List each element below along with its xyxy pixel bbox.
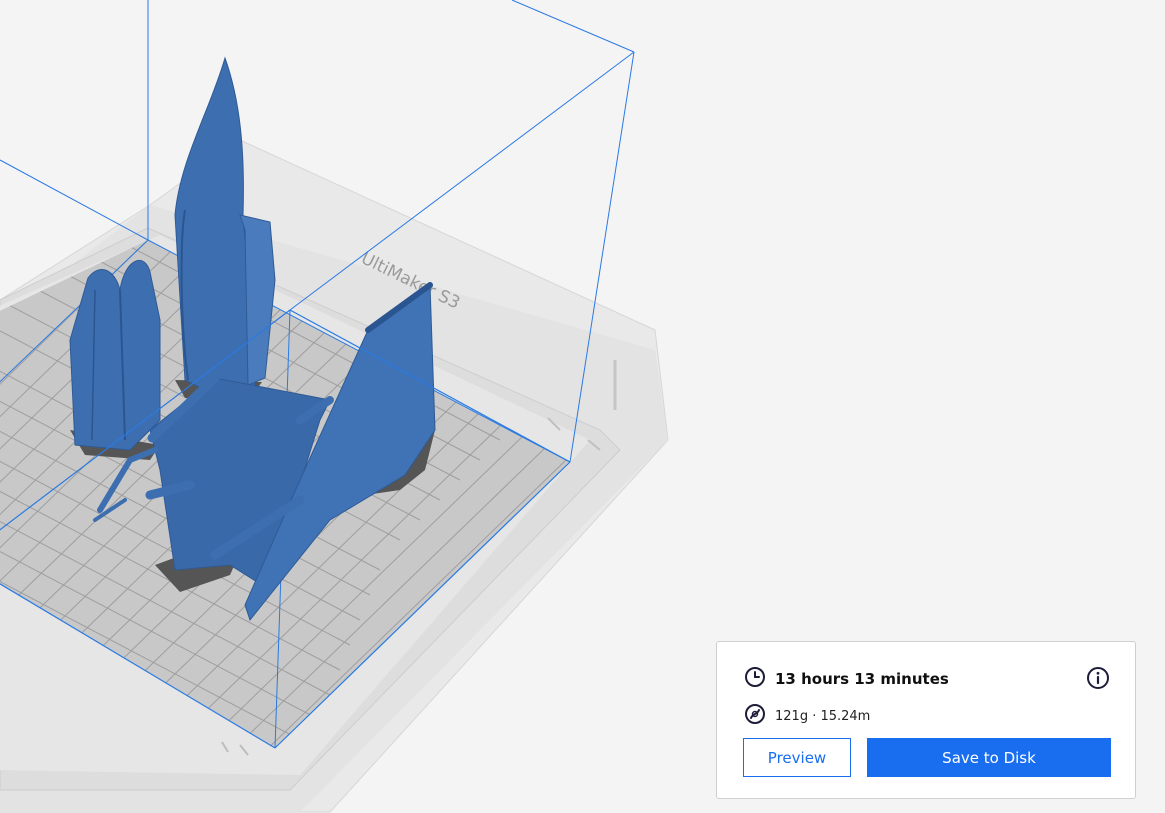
- print-time-row: 13 hours 13 minutes: [744, 666, 949, 692]
- info-icon[interactable]: [1086, 666, 1110, 690]
- material-usage-row: 121g · 15.24m: [744, 703, 870, 729]
- spool-icon: [744, 703, 766, 729]
- clock-icon: [744, 666, 766, 692]
- preview-button[interactable]: Preview: [743, 738, 851, 777]
- print-time-label: 13 hours 13 minutes: [775, 670, 949, 688]
- material-usage-label: 121g · 15.24m: [775, 708, 871, 724]
- print-summary-panel: 13 hours 13 minutes 121g · 15.24m Previe…: [716, 641, 1136, 799]
- save-to-disk-button[interactable]: Save to Disk: [867, 738, 1111, 777]
